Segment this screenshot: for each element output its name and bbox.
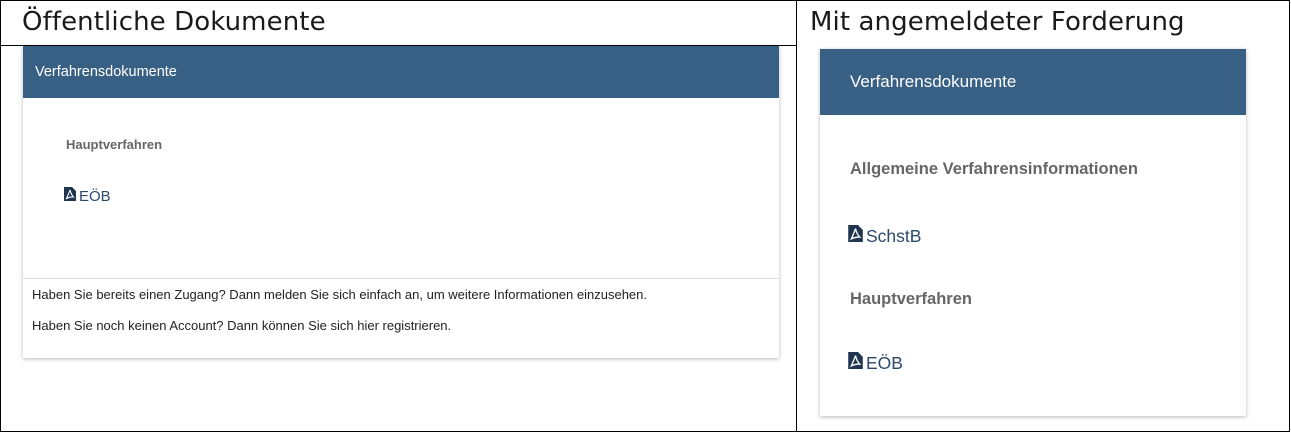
section-label-allgemeine: Allgemeine Verfahrensinformationen bbox=[850, 160, 1138, 178]
pdf-file-icon bbox=[64, 187, 76, 205]
document-link-schstb[interactable]: SchstB bbox=[848, 225, 921, 247]
table-column-divider bbox=[796, 0, 797, 432]
document-link-label: EÖB bbox=[79, 187, 111, 205]
pdf-file-icon bbox=[848, 225, 863, 247]
card-header: Verfahrensdokumente bbox=[23, 46, 779, 98]
card-header: Verfahrensdokumente bbox=[820, 49, 1246, 115]
document-link-label: EÖB bbox=[866, 352, 903, 373]
documents-card-registered: Verfahrensdokumente Allgemeine Verfahren… bbox=[820, 49, 1246, 416]
document-link-eob[interactable]: EÖB bbox=[64, 187, 111, 205]
comparison-table: Öffentliche Dokumente Mit angemeldeter F… bbox=[0, 0, 1290, 432]
document-link-eob[interactable]: EÖB bbox=[848, 352, 903, 374]
table-border-right bbox=[1289, 0, 1290, 432]
table-border-top bbox=[0, 0, 1290, 1]
section-label-hauptverfahren: Hauptverfahren bbox=[66, 137, 163, 152]
login-hint-text[interactable]: Haben Sie bereits einen Zugang? Dann mel… bbox=[32, 287, 647, 302]
pdf-file-icon bbox=[848, 352, 863, 374]
table-border-left bbox=[0, 0, 1, 432]
documents-card-public: Verfahrensdokumente Hauptverfahren EÖB H… bbox=[23, 46, 779, 358]
document-link-label: SchstB bbox=[866, 225, 922, 246]
register-hint-text[interactable]: Haben Sie noch keinen Account? Dann könn… bbox=[32, 318, 451, 333]
column-title-public: Öffentliche Dokumente bbox=[22, 7, 326, 37]
card-divider bbox=[23, 278, 779, 279]
section-label-hauptverfahren: Hauptverfahren bbox=[850, 290, 972, 308]
column-title-registered: Mit angemeldeter Forderung bbox=[810, 7, 1185, 37]
